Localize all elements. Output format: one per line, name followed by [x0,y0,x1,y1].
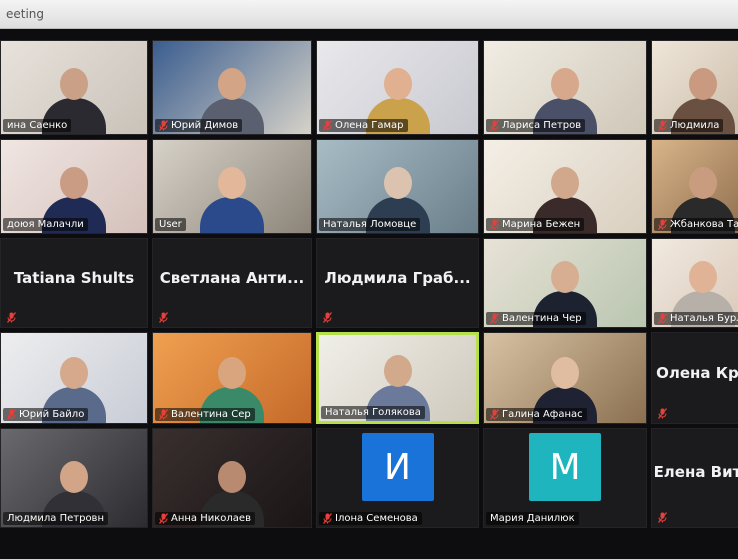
participant-avatar: М [529,433,601,501]
participant-name-label: Юрий Байло [3,408,89,421]
participant-name: Людмила [670,120,720,131]
participant-name-label: Валентина Сер [155,408,255,421]
participant-name-text: Людмила Граб... [324,268,471,287]
mic-muted-icon [159,513,168,524]
participant-name-label: ина Саенко [3,119,72,132]
participant-tile[interactable]: Людмила Петровн [0,428,148,528]
participant-name: User [159,219,182,230]
participant-tile[interactable]: Марина Бежен [483,139,647,234]
mic-muted-icon [323,120,332,131]
participant-name: Анна Николаев [171,513,251,524]
participant-tile[interactable]: Галина Афанас [483,332,647,424]
mic-muted-icon [159,409,168,420]
participant-name-label: Марина Бежен [486,218,585,231]
mic-muted-icon [658,219,667,230]
participant-name: Галина Афанас [502,409,583,420]
window-title: eeting [6,7,45,21]
participant-name-label: Мария Данилюк [486,512,579,525]
mic-muted-icon [323,513,332,524]
participant-name-label: Наталья Голякова [321,406,425,419]
participant-name-label: Валентина Чер [486,312,586,325]
participant-name-label: Жбанкова Тать [654,218,738,231]
participant-name: Наталья Бурла [670,313,738,324]
participant-tile[interactable]: И Ілона Семенова [316,428,479,528]
participant-name: ина Саенко [7,120,68,131]
participant-tile[interactable]: Юрий Димов [152,40,312,135]
participant-name-label: Наталья Ломовце [319,218,421,231]
participant-tile[interactable]: Олена Гамар [316,40,479,135]
participant-name-label: Галина Афанас [486,408,587,421]
participant-tile[interactable]: Наталья Бурла [651,238,738,328]
participant-name: Олена Гамар [335,120,404,131]
participant-name-text: Tatiana Shults [13,268,135,287]
participant-name-text: Елена Вита [653,463,738,482]
participant-tile[interactable]: Tatiana Shults [0,238,148,328]
participant-tile[interactable]: Светлана Анти... [152,238,312,328]
participant-tile[interactable]: Валентина Чер [483,238,647,328]
mic-muted-icon [323,312,332,323]
participant-name: Людмила Петровн [7,513,104,524]
participant-tile[interactable]: Жбанкова Тать [651,139,738,234]
mic-muted-icon [658,512,667,523]
participant-name: Юрий Байло [19,409,85,420]
participant-name: Валентина Сер [171,409,251,420]
mic-muted-icon [658,313,667,324]
participant-grid: ина Саенко Юрий Димов Олена Гамар Лариса Пе… [0,40,738,559]
participant-tile[interactable]: Лариса Петров [483,40,647,135]
mic-muted-icon [7,409,16,420]
participant-tile[interactable]: Наталья Ломовце [316,139,479,234]
participant-name: доюя Малачли [7,219,84,230]
participant-name-label: Лариса Петров [486,119,586,132]
mic-muted-icon [490,120,499,131]
participant-name: Марина Бежен [502,219,581,230]
mic-muted-icon [490,219,499,230]
participant-name-label: Анна Николаев [155,512,255,525]
participant-tile[interactable]: ина Саенко [0,40,148,135]
participant-name: Жбанкова Тать [670,219,738,230]
participant-tile[interactable]: Валентина Сер [152,332,312,424]
participant-name: Наталья Голякова [325,407,421,418]
participant-tile-active-speaker[interactable]: Наталья Голякова [316,332,479,424]
participant-name-label: Олена Гамар [319,119,408,132]
mic-muted-icon [658,408,667,419]
participant-name-text: Олена Кра [656,363,738,382]
mic-muted-icon [159,312,168,323]
person-silhouette [200,163,264,233]
mic-muted-icon [490,409,499,420]
participant-name-label: Людмила [654,119,724,132]
mic-muted-icon [7,312,16,323]
participant-tile[interactable]: Людмила [651,40,738,135]
participant-name-label: Ілона Семенова [319,512,422,525]
participant-name-text: Светлана Анти... [159,268,305,287]
participant-tile[interactable]: М Мария Данилюк [483,428,647,528]
mic-muted-icon [159,120,168,131]
participant-name-label: доюя Малачли [3,218,88,231]
participant-tile[interactable]: Елена Вита [651,428,738,528]
participant-name: Лариса Петров [502,120,582,131]
mic-muted-icon [658,120,667,131]
participant-name: Валентина Чер [502,313,582,324]
participant-name-label: Юрий Димов [155,119,243,132]
participant-name: Ілона Семенова [335,513,418,524]
participant-tile[interactable]: User [152,139,312,234]
participant-name-label: Наталья Бурла [654,312,738,325]
participant-avatar: И [361,433,434,501]
participant-tile[interactable]: Людмила Граб... [316,238,479,328]
participant-name-label: User [155,218,186,231]
participant-name-label: Людмила Петровн [3,512,108,525]
participant-name: Юрий Димов [171,120,239,131]
participant-tile[interactable]: Юрий Байло [0,332,148,424]
participant-tile[interactable]: Олена Кра [651,332,738,424]
participant-name: Наталья Ломовце [323,219,417,230]
window-titlebar: eeting [0,0,738,29]
mic-muted-icon [490,313,499,324]
participant-tile[interactable]: Анна Николаев [152,428,312,528]
participant-name: Мария Данилюк [490,513,575,524]
participant-tile[interactable]: доюя Малачли [0,139,148,234]
